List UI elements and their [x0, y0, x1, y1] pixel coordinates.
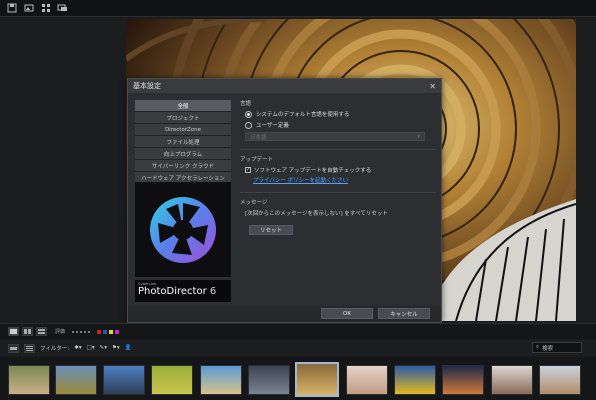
brand-product: PhotoDirector — [138, 286, 207, 297]
radio-user-defined[interactable]: ユーザー定義 — [245, 121, 436, 129]
thumbnail-woman[interactable] — [491, 365, 533, 395]
multi-view-button[interactable] — [36, 327, 47, 336]
list-view-button[interactable] — [24, 343, 35, 353]
save-icon[interactable] — [6, 3, 17, 13]
language-select-value: 日本語 — [250, 134, 267, 141]
nav-item-project[interactable]: プロジェクト — [135, 112, 231, 124]
chevron-down-icon: ▾ — [417, 133, 420, 140]
star-3[interactable] — [80, 330, 83, 333]
color-label-swatch[interactable] — [103, 329, 108, 334]
thumbnail-lake[interactable] — [103, 365, 145, 395]
language-section-label: 言語 — [240, 101, 252, 107]
dialog-titlebar: 基本設定 ✕ — [128, 79, 441, 93]
divider — [240, 192, 436, 193]
search-icon: ⌕ — [536, 344, 540, 350]
filter-rating-dropdown[interactable]: ✱▾ — [74, 345, 81, 351]
reset-button[interactable]: リセット — [249, 225, 293, 235]
flag-icon[interactable]: ⚑▾ — [112, 345, 120, 351]
message-reset-description: [次回からこのメッセージを表示しない] をすべてリセット — [245, 211, 388, 217]
photodirector-window: 基本設定 ✕ 全般 プロジェクト DirectorZone ファイル処理 向上プ… — [0, 0, 596, 400]
thumbnail-girl[interactable] — [539, 365, 581, 395]
compare-view-button[interactable] — [22, 327, 33, 336]
nav-item-cyberlink-cloud[interactable]: サイバーリンク クラウド — [135, 160, 231, 172]
thumbnail-landscape[interactable] — [55, 365, 97, 395]
thumbnail-spiral[interactable] — [295, 362, 339, 397]
auto-update-label: ソフトウェア アップデートを自動チェックする — [254, 168, 372, 174]
preferences-dialog: 基本設定 ✕ 全般 プロジェクト DirectorZone ファイル処理 向上プ… — [127, 78, 442, 323]
cancel-button[interactable]: キャンセル — [378, 308, 430, 319]
filmstrip — [0, 357, 596, 400]
dialog-title: 基本設定 — [133, 82, 161, 90]
radio-off-icon[interactable] — [245, 121, 252, 129]
search-placeholder: 検索 — [542, 345, 554, 352]
radio-system-language-label: システムのデフォルト言語を使用する — [256, 112, 350, 118]
privacy-policy-link[interactable]: プライバシー ポリシーを起動ください — [253, 176, 436, 184]
radio-system-language[interactable]: システムのデフォルト言語を使用する — [245, 110, 436, 118]
message-section-label: メッセージ — [240, 200, 268, 206]
left-panel — [0, 17, 126, 323]
right-panel — [576, 17, 596, 323]
update-section-label: アップデート — [240, 157, 274, 163]
nav-item-general[interactable]: 全般 — [135, 100, 231, 112]
star-5[interactable] — [88, 330, 91, 333]
thumbnail-sunflower[interactable] — [394, 365, 436, 395]
top-toolbar — [0, 0, 596, 17]
thumbnail-portrait[interactable] — [346, 365, 388, 395]
ok-button[interactable]: OK — [321, 308, 373, 319]
divider — [240, 149, 436, 150]
thumbnail-flowers[interactable] — [151, 365, 193, 395]
thumbnail-storm[interactable] — [248, 365, 290, 395]
person-icon[interactable]: 👤 — [125, 345, 132, 351]
filter-square-dropdown[interactable]: □▾ — [87, 345, 95, 351]
nav-item-directorzone[interactable]: DirectorZone — [135, 124, 231, 136]
brand-banner: CyberLink PhotoDirector 6 — [135, 280, 231, 302]
import-photo-icon[interactable] — [23, 3, 34, 13]
star-1[interactable] — [72, 330, 75, 333]
rating-stars[interactable] — [72, 330, 91, 333]
general-settings-pane: 言語 システムのデフォルト言語を使用する ユーザー定義 日本語 ▾ アップデート… — [240, 99, 436, 299]
brand-version: 6 — [209, 286, 217, 297]
filmstrip-view-button[interactable] — [8, 343, 19, 353]
radio-on-icon[interactable] — [245, 110, 252, 118]
single-view-button[interactable] — [8, 327, 19, 336]
color-label-swatch[interactable] — [115, 329, 120, 334]
star-2[interactable] — [76, 330, 79, 333]
display-icon[interactable] — [57, 3, 68, 13]
auto-update-checkbox[interactable]: ✓ ソフトウェア アップデートを自動チェックする — [245, 166, 436, 174]
close-icon[interactable]: ✕ — [429, 82, 436, 91]
aperture-icon — [150, 196, 216, 263]
search-input[interactable]: ⌕ 検索 — [532, 342, 582, 353]
thumbnail-sunset[interactable] — [442, 365, 484, 395]
radio-user-defined-label: ユーザー定義 — [256, 123, 289, 129]
thumbnail-sheep[interactable] — [8, 365, 50, 395]
filter-bar: フィルター: ✱▾ □▾ ✎▾ ⚑▾ 👤 — [0, 340, 596, 356]
brand-name: PhotoDirector 6 — [138, 286, 228, 297]
nav-item-file-processing[interactable]: ファイル処理 — [135, 136, 231, 148]
nav-item-improvement-program[interactable]: 向上プログラム — [135, 148, 231, 160]
checkbox-checked-icon[interactable]: ✓ — [245, 167, 251, 173]
photodirector-logo — [135, 182, 231, 277]
color-label-swatch[interactable] — [109, 329, 114, 334]
filter-label: フィルター: — [40, 346, 70, 352]
brush-icon[interactable]: ✎▾ — [100, 345, 107, 351]
grid-view-icon[interactable] — [40, 3, 51, 13]
rating-label: 評価 — [55, 329, 66, 335]
view-controls: 評価 — [0, 323, 596, 339]
thumbnail-beach[interactable] — [200, 365, 242, 395]
star-4[interactable] — [84, 330, 87, 333]
color-labels — [97, 329, 120, 334]
language-select[interactable]: 日本語 ▾ — [245, 132, 425, 141]
preferences-nav: 全般 プロジェクト DirectorZone ファイル処理 向上プログラム サイ… — [135, 100, 231, 184]
color-label-swatch[interactable] — [97, 329, 102, 334]
